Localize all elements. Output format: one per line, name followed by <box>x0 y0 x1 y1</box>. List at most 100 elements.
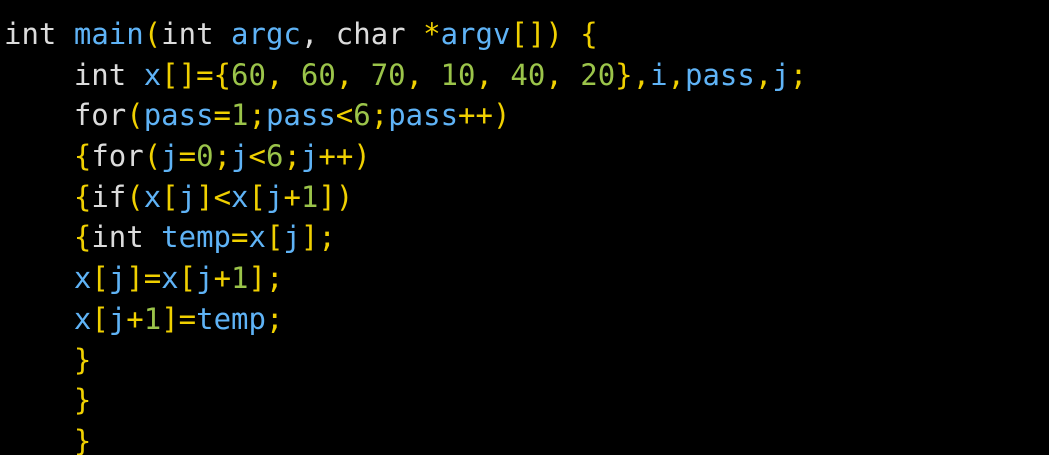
code-token: 40 <box>510 57 546 92</box>
code-line-6[interactable]: {int temp=x[j]; <box>4 217 807 258</box>
code-token: for <box>73 98 127 133</box>
code-token: [ <box>178 261 197 296</box>
code-token: x <box>231 179 249 214</box>
code-line-9[interactable]: } <box>4 340 807 381</box>
code-token: []={ <box>161 57 232 92</box>
code-token: ; <box>283 139 301 174</box>
code-token: + <box>283 179 301 214</box>
code-token: x <box>161 261 179 296</box>
code-token: j <box>265 179 284 214</box>
code-token: j <box>178 179 197 214</box>
code-token: x <box>248 220 266 255</box>
code-token: if <box>91 179 127 214</box>
code-token: ]; <box>300 220 336 255</box>
code-token: pass <box>685 57 755 92</box>
code-token: , <box>265 57 301 92</box>
code-token: j <box>196 261 214 296</box>
code-token: ]; <box>248 261 284 296</box>
code-token: ]= <box>161 301 197 336</box>
code-token: int <box>91 220 144 255</box>
code-token: ( <box>126 179 144 214</box>
code-token: j <box>772 57 790 92</box>
code-token: 20 <box>580 57 616 92</box>
code-token: argc <box>231 17 301 51</box>
code-token: , <box>667 57 686 92</box>
code-token: , <box>335 57 371 92</box>
code-token: j <box>300 139 319 174</box>
code-token: + <box>126 301 144 336</box>
code-token: [ <box>265 220 284 255</box>
code-token: ( <box>143 139 162 174</box>
code-token: [ <box>91 261 109 296</box>
code-token: pass <box>143 98 214 133</box>
code-token: ++) <box>458 98 511 133</box>
code-token: x <box>73 261 92 296</box>
code-token: i <box>650 57 668 92</box>
code-token: 1 <box>143 301 162 336</box>
code-token: = <box>213 98 232 133</box>
code-line-5[interactable]: {if(x[j]<x[j+1]) <box>4 177 807 218</box>
code-line-2[interactable]: int x[]={60, 60, 70, 10, 40, 20},i,pass,… <box>4 55 807 96</box>
code-token: 1 <box>231 98 249 133</box>
code-token: 6 <box>265 139 284 174</box>
code-area[interactable]: int main(int argc, char *argv[]) { int x… <box>4 14 807 455</box>
code-token: 60 <box>231 57 266 92</box>
code-token: ; <box>265 301 284 336</box>
code-line-3[interactable]: for(pass=1;pass<6;pass++) <box>4 95 807 136</box>
code-token: temp <box>161 220 232 255</box>
code-token: char <box>335 17 406 51</box>
code-token: < <box>248 139 266 174</box>
code-token: [ <box>248 179 266 214</box>
code-token: [ <box>161 179 179 214</box>
code-token: } <box>73 383 92 418</box>
code-line-8[interactable]: x[j+1]=temp; <box>4 299 807 340</box>
code-token: ]< <box>196 179 232 214</box>
code-token: [ <box>91 301 109 336</box>
code-token: { <box>73 179 92 214</box>
code-token: j <box>283 220 301 255</box>
code-token: ; <box>248 98 266 133</box>
code-token: = <box>231 220 249 255</box>
code-token: , <box>405 57 441 92</box>
code-token: x <box>73 301 92 336</box>
code-token: { <box>73 220 92 255</box>
code-token: ; <box>213 139 232 174</box>
code-token: ; <box>789 57 808 92</box>
code-line-7[interactable]: x[j]=x[j+1]; <box>4 258 807 299</box>
code-token: int <box>4 17 57 51</box>
code-token: ( <box>143 17 162 51</box>
code-token: ; <box>370 98 389 133</box>
code-editor[interactable]: int main(int argc, char *argv[]) { int x… <box>0 0 1049 455</box>
code-token: * <box>423 17 441 51</box>
code-line-4[interactable]: {for(j=0;j<6;j++) <box>4 136 807 177</box>
code-token: argv <box>440 17 511 51</box>
code-token: pass <box>265 98 336 133</box>
code-token: } <box>73 342 92 377</box>
code-line-1[interactable]: int main(int argc, char *argv[]) { <box>4 14 807 55</box>
code-token: = <box>178 139 197 174</box>
code-line-10[interactable]: } <box>4 380 807 421</box>
code-token: }, <box>615 57 651 92</box>
code-token: j <box>161 139 179 174</box>
code-token: j <box>108 261 127 296</box>
code-line-11[interactable]: } <box>4 421 807 455</box>
code-token: ++) <box>318 139 371 174</box>
code-token: ( <box>126 98 144 133</box>
code-token: ]= <box>126 261 162 296</box>
code-token: []) <box>510 17 563 51</box>
code-token: int <box>73 57 127 92</box>
code-token: { <box>580 17 598 51</box>
code-token: 70 <box>370 57 406 92</box>
code-token: ]) <box>318 179 354 214</box>
